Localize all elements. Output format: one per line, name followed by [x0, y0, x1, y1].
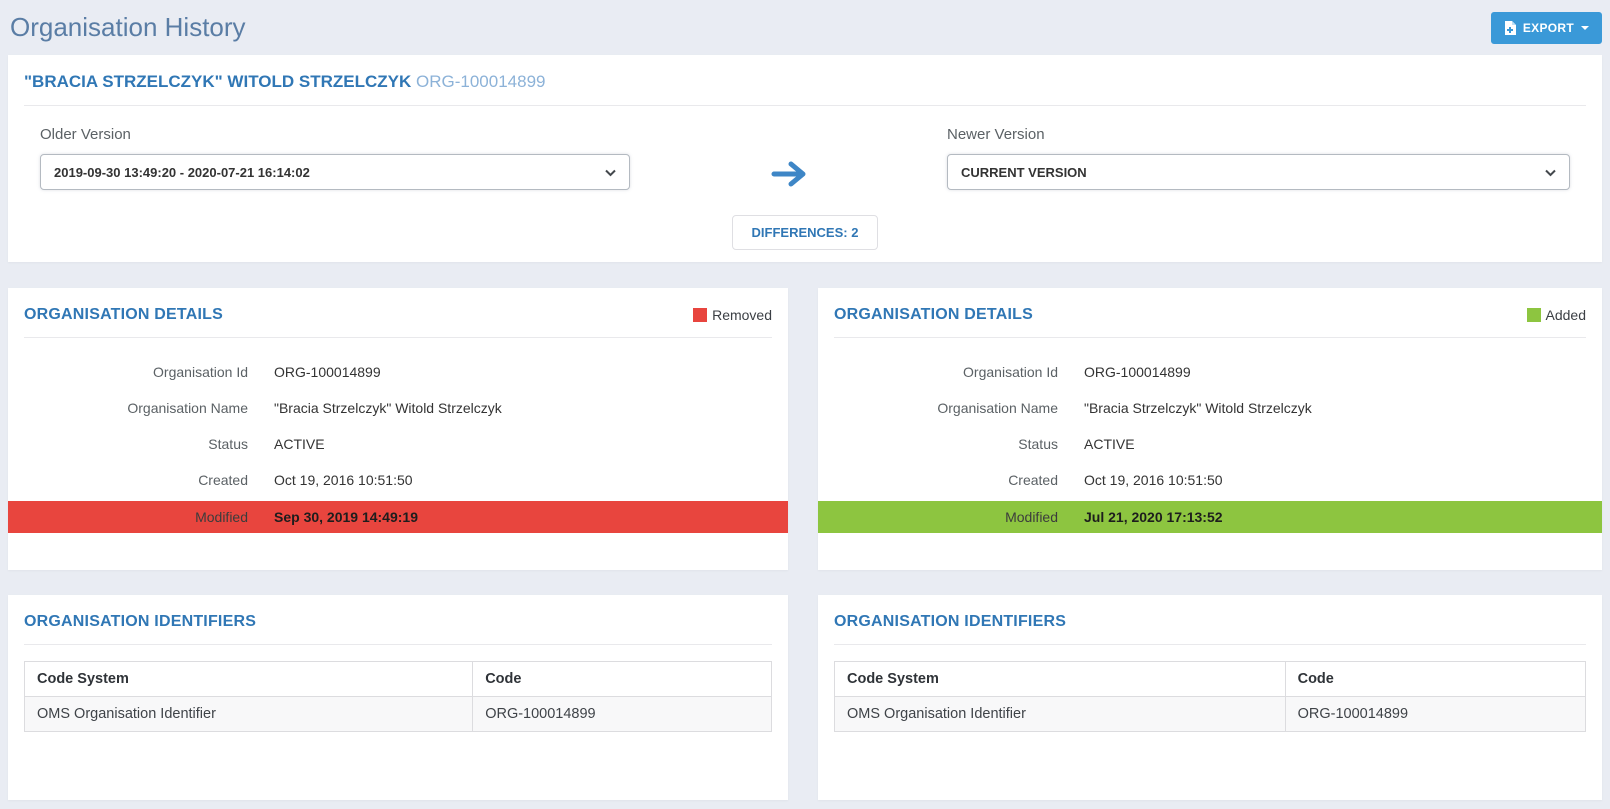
cell-code: ORG-100014899 — [473, 697, 772, 732]
organisation-id-heading: ORG-100014899 — [416, 72, 545, 91]
export-button-label: EXPORT — [1523, 21, 1574, 35]
table-header-row: Code System Code — [835, 662, 1586, 697]
field-value: "Bracia Strzelczyk" Witold Strzelczyk — [274, 400, 502, 416]
column-header-code-system: Code System — [25, 662, 473, 697]
field-label: Organisation Name — [818, 400, 1058, 416]
field-value: ACTIVE — [274, 436, 325, 452]
organisation-identifiers-panel-left: ORGANISATION IDENTIFIERS Code System Cod… — [8, 595, 788, 800]
table-row: OMS Organisation Identifier ORG-10001489… — [835, 697, 1586, 732]
field-label: Organisation Id — [8, 364, 248, 380]
identifiers-table: Code System Code OMS Organisation Identi… — [834, 661, 1586, 732]
differences-row: DIFFERENCES: 2 — [8, 215, 1602, 250]
differences-badge: DIFFERENCES: 2 — [732, 215, 879, 250]
export-file-icon — [1504, 21, 1516, 35]
column-header-code-system: Code System — [835, 662, 1286, 697]
removed-legend: Removed — [693, 307, 772, 323]
field-label: Created — [818, 472, 1058, 488]
removed-legend-label: Removed — [712, 307, 772, 323]
table-row: OMS Organisation Identifier ORG-10001489… — [25, 697, 772, 732]
field-row: Organisation Name "Bracia Strzelczyk" Wi… — [818, 390, 1602, 426]
older-version-select[interactable]: 2019-09-30 13:49:20 - 2020-07-21 16:14:0… — [40, 154, 630, 190]
older-version-column: Older Version 2019-09-30 13:49:20 - 2020… — [40, 126, 630, 190]
cell-code-system: OMS Organisation Identifier — [25, 697, 473, 732]
identifiers-table: Code System Code OMS Organisation Identi… — [24, 661, 772, 732]
newer-version-select[interactable]: CURRENT VERSION — [947, 154, 1570, 190]
field-label: Created — [8, 472, 248, 488]
panel-title: ORGANISATION DETAILS — [24, 306, 223, 324]
modified-row-added: Modified Jul 21, 2020 17:13:52 — [818, 501, 1602, 533]
removed-legend-swatch — [693, 308, 707, 322]
newer-version-selected-value: CURRENT VERSION — [961, 165, 1087, 180]
field-value: ORG-100014899 — [274, 364, 381, 380]
older-version-label: Older Version — [40, 126, 630, 143]
panel-title: ORGANISATION IDENTIFIERS — [24, 613, 256, 631]
chevron-down-icon — [1545, 165, 1556, 180]
caret-down-icon — [1581, 26, 1589, 30]
field-row: Organisation Id ORG-100014899 — [818, 354, 1602, 390]
panel-title: ORGANISATION IDENTIFIERS — [834, 613, 1066, 631]
top-bar: Organisation History EXPORT — [0, 0, 1610, 55]
added-legend-label: Added — [1546, 307, 1586, 323]
field-row: Created Oct 19, 2016 10:51:50 — [818, 462, 1602, 498]
field-label: Modified — [818, 509, 1058, 525]
field-label: Organisation Name — [8, 400, 248, 416]
field-value: ACTIVE — [1084, 436, 1135, 452]
added-legend: Added — [1527, 307, 1586, 323]
organisation-name-heading: "BRACIA STRZELCZYK" WITOLD STRZELCZYK — [24, 72, 411, 91]
modified-row-removed: Modified Sep 30, 2019 14:49:19 — [8, 501, 788, 533]
field-row: Organisation Name "Bracia Strzelczyk" Wi… — [8, 390, 788, 426]
panel-title: ORGANISATION DETAILS — [834, 306, 1033, 324]
older-version-selected-value: 2019-09-30 13:49:20 - 2020-07-21 16:14:0… — [54, 165, 310, 180]
field-row: Organisation Id ORG-100014899 — [8, 354, 788, 390]
compare-arrow-container — [630, 126, 947, 194]
field-row: Status ACTIVE — [8, 426, 788, 462]
page-title: Organisation History — [8, 12, 246, 43]
newer-version-label: Newer Version — [947, 126, 1570, 143]
field-value: ORG-100014899 — [1084, 364, 1191, 380]
field-label: Modified — [8, 509, 248, 525]
field-label: Organisation Id — [818, 364, 1058, 380]
field-value: Oct 19, 2016 10:51:50 — [1084, 472, 1223, 488]
organisation-details-panel-added: ORGANISATION DETAILS Added Organisation … — [818, 288, 1602, 570]
cell-code: ORG-100014899 — [1285, 697, 1585, 732]
table-header-row: Code System Code — [25, 662, 772, 697]
column-header-code: Code — [1285, 662, 1585, 697]
organisation-heading: "BRACIA STRZELCZYK" WITOLD STRZELCZYK OR… — [24, 55, 1586, 106]
cell-code-system: OMS Organisation Identifier — [835, 697, 1286, 732]
field-row: Created Oct 19, 2016 10:51:50 — [8, 462, 788, 498]
organisation-identifiers-panel-right: ORGANISATION IDENTIFIERS Code System Cod… — [818, 595, 1602, 800]
field-label: Status — [818, 436, 1058, 452]
field-value: Sep 30, 2019 14:49:19 — [274, 509, 418, 525]
organisation-details-panel-removed: ORGANISATION DETAILS Removed Organisatio… — [8, 288, 788, 570]
added-legend-swatch — [1527, 308, 1541, 322]
field-row: Status ACTIVE — [818, 426, 1602, 462]
field-value: Oct 19, 2016 10:51:50 — [274, 472, 413, 488]
chevron-down-icon — [605, 165, 616, 180]
field-value: "Bracia Strzelczyk" Witold Strzelczyk — [1084, 400, 1312, 416]
field-value: Jul 21, 2020 17:13:52 — [1084, 509, 1223, 525]
export-button[interactable]: EXPORT — [1491, 12, 1602, 44]
column-header-code: Code — [473, 662, 772, 697]
version-selectors-row: Older Version 2019-09-30 13:49:20 - 2020… — [8, 106, 1602, 194]
field-label: Status — [8, 436, 248, 452]
arrow-right-icon — [770, 159, 808, 194]
newer-version-column: Newer Version CURRENT VERSION — [947, 126, 1570, 190]
version-comparison-card: "BRACIA STRZELCZYK" WITOLD STRZELCZYK OR… — [8, 55, 1602, 262]
